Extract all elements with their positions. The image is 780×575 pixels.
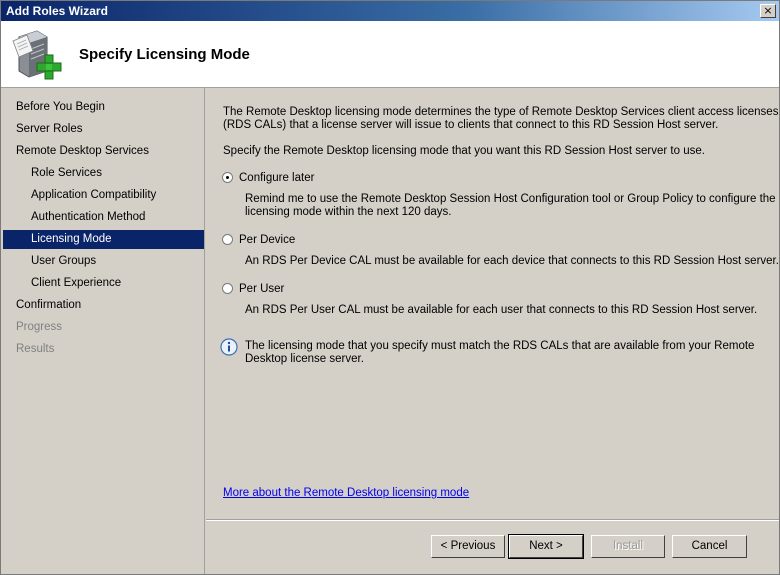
window-title: Add Roles Wizard xyxy=(6,4,108,18)
intro-text-line-2: (RDS CALs) that a license server will is… xyxy=(223,119,719,131)
sidebar-item-role-services[interactable]: Role Services xyxy=(3,164,204,183)
sidebar-item-label: Confirmation xyxy=(16,299,82,311)
radio-selected-dot xyxy=(226,176,229,179)
sidebar-item-label: Before You Begin xyxy=(16,101,105,113)
sidebar-item-server-roles[interactable]: Server Roles xyxy=(3,120,204,139)
add-roles-wizard-window: Add Roles Wizard × Specify Licensing Mod… xyxy=(0,0,780,575)
sidebar-item-label: User Groups xyxy=(31,255,97,267)
next-button[interactable]: Next > xyxy=(508,534,584,559)
per-user-description: An RDS Per User CAL must be available fo… xyxy=(245,304,758,316)
configure-later-radio[interactable] xyxy=(222,172,233,183)
sidebar-item-label: Application Compatibility xyxy=(31,189,157,201)
info-text-line-2: Desktop license server. xyxy=(245,353,364,365)
sidebar-item-label: Progress xyxy=(16,321,63,333)
sidebar-item-label: Licensing Mode xyxy=(31,233,112,245)
sidebar-item-licensing-mode[interactable]: Licensing Mode xyxy=(3,230,204,249)
sidebar-item-label: Authentication Method xyxy=(31,211,146,223)
sidebar-item-label: Client Experience xyxy=(31,277,122,289)
configure-later-description-line-1: Remind me to use the Remote Desktop Sess… xyxy=(245,193,776,205)
configure-later-description-line-2: licensing mode within the next 120 days. xyxy=(245,206,452,218)
page-title: Specify Licensing Mode xyxy=(79,46,250,63)
info-text-line-1: The licensing mode that you specify must… xyxy=(245,340,755,352)
previous-button[interactable]: < Previous xyxy=(431,535,505,558)
install-button: Install xyxy=(591,535,665,558)
sidebar-item-before-you-begin[interactable]: Before You Begin xyxy=(3,98,204,117)
configure-later-label[interactable]: Configure later xyxy=(239,171,314,185)
sidebar-item-application-compatibility[interactable]: Application Compatibility xyxy=(3,186,204,205)
per-device-radio[interactable] xyxy=(222,234,233,245)
close-icon: × xyxy=(763,4,773,17)
more-about-licensing-mode-link[interactable]: More about the Remote Desktop licensing … xyxy=(223,487,469,499)
server-add-icon xyxy=(12,30,62,80)
sidebar-item-label: Remote Desktop Services xyxy=(16,145,149,157)
sidebar-item-label: Server Roles xyxy=(16,123,83,135)
title-bar[interactable]: Add Roles Wizard × xyxy=(1,1,779,21)
sidebar-item-remote-desktop-services[interactable]: Remote Desktop Services xyxy=(3,142,204,161)
wizard-header: Specify Licensing Mode xyxy=(1,21,779,88)
close-button[interactable]: × xyxy=(760,4,776,18)
sidebar-item-label: Role Services xyxy=(31,167,102,179)
intro-text-line-1: The Remote Desktop licensing mode determ… xyxy=(223,106,779,118)
licensing-mode-panel: The Remote Desktop licensing mode determ… xyxy=(206,88,779,518)
info-icon xyxy=(220,338,238,356)
per-user-radio[interactable] xyxy=(222,283,233,294)
per-device-description: An RDS Per Device CAL must be available … xyxy=(245,255,779,267)
wizard-steps-sidebar: Before You Begin Server Roles Remote Des… xyxy=(1,88,205,574)
sidebar-item-user-groups[interactable]: User Groups xyxy=(3,252,204,271)
per-device-label[interactable]: Per Device xyxy=(239,233,295,247)
sidebar-item-label: Results xyxy=(16,343,55,355)
footer-separator xyxy=(206,519,779,521)
cancel-button[interactable]: Cancel xyxy=(672,535,747,558)
per-user-label[interactable]: Per User xyxy=(239,282,284,296)
sidebar-item-progress: Progress xyxy=(3,318,204,337)
sidebar-item-results: Results xyxy=(3,340,204,359)
specify-instruction-text: Specify the Remote Desktop licensing mod… xyxy=(223,145,705,157)
sidebar-item-confirmation[interactable]: Confirmation xyxy=(3,296,204,315)
sidebar-item-client-experience[interactable]: Client Experience xyxy=(3,274,204,293)
sidebar-item-authentication-method[interactable]: Authentication Method xyxy=(3,208,204,227)
